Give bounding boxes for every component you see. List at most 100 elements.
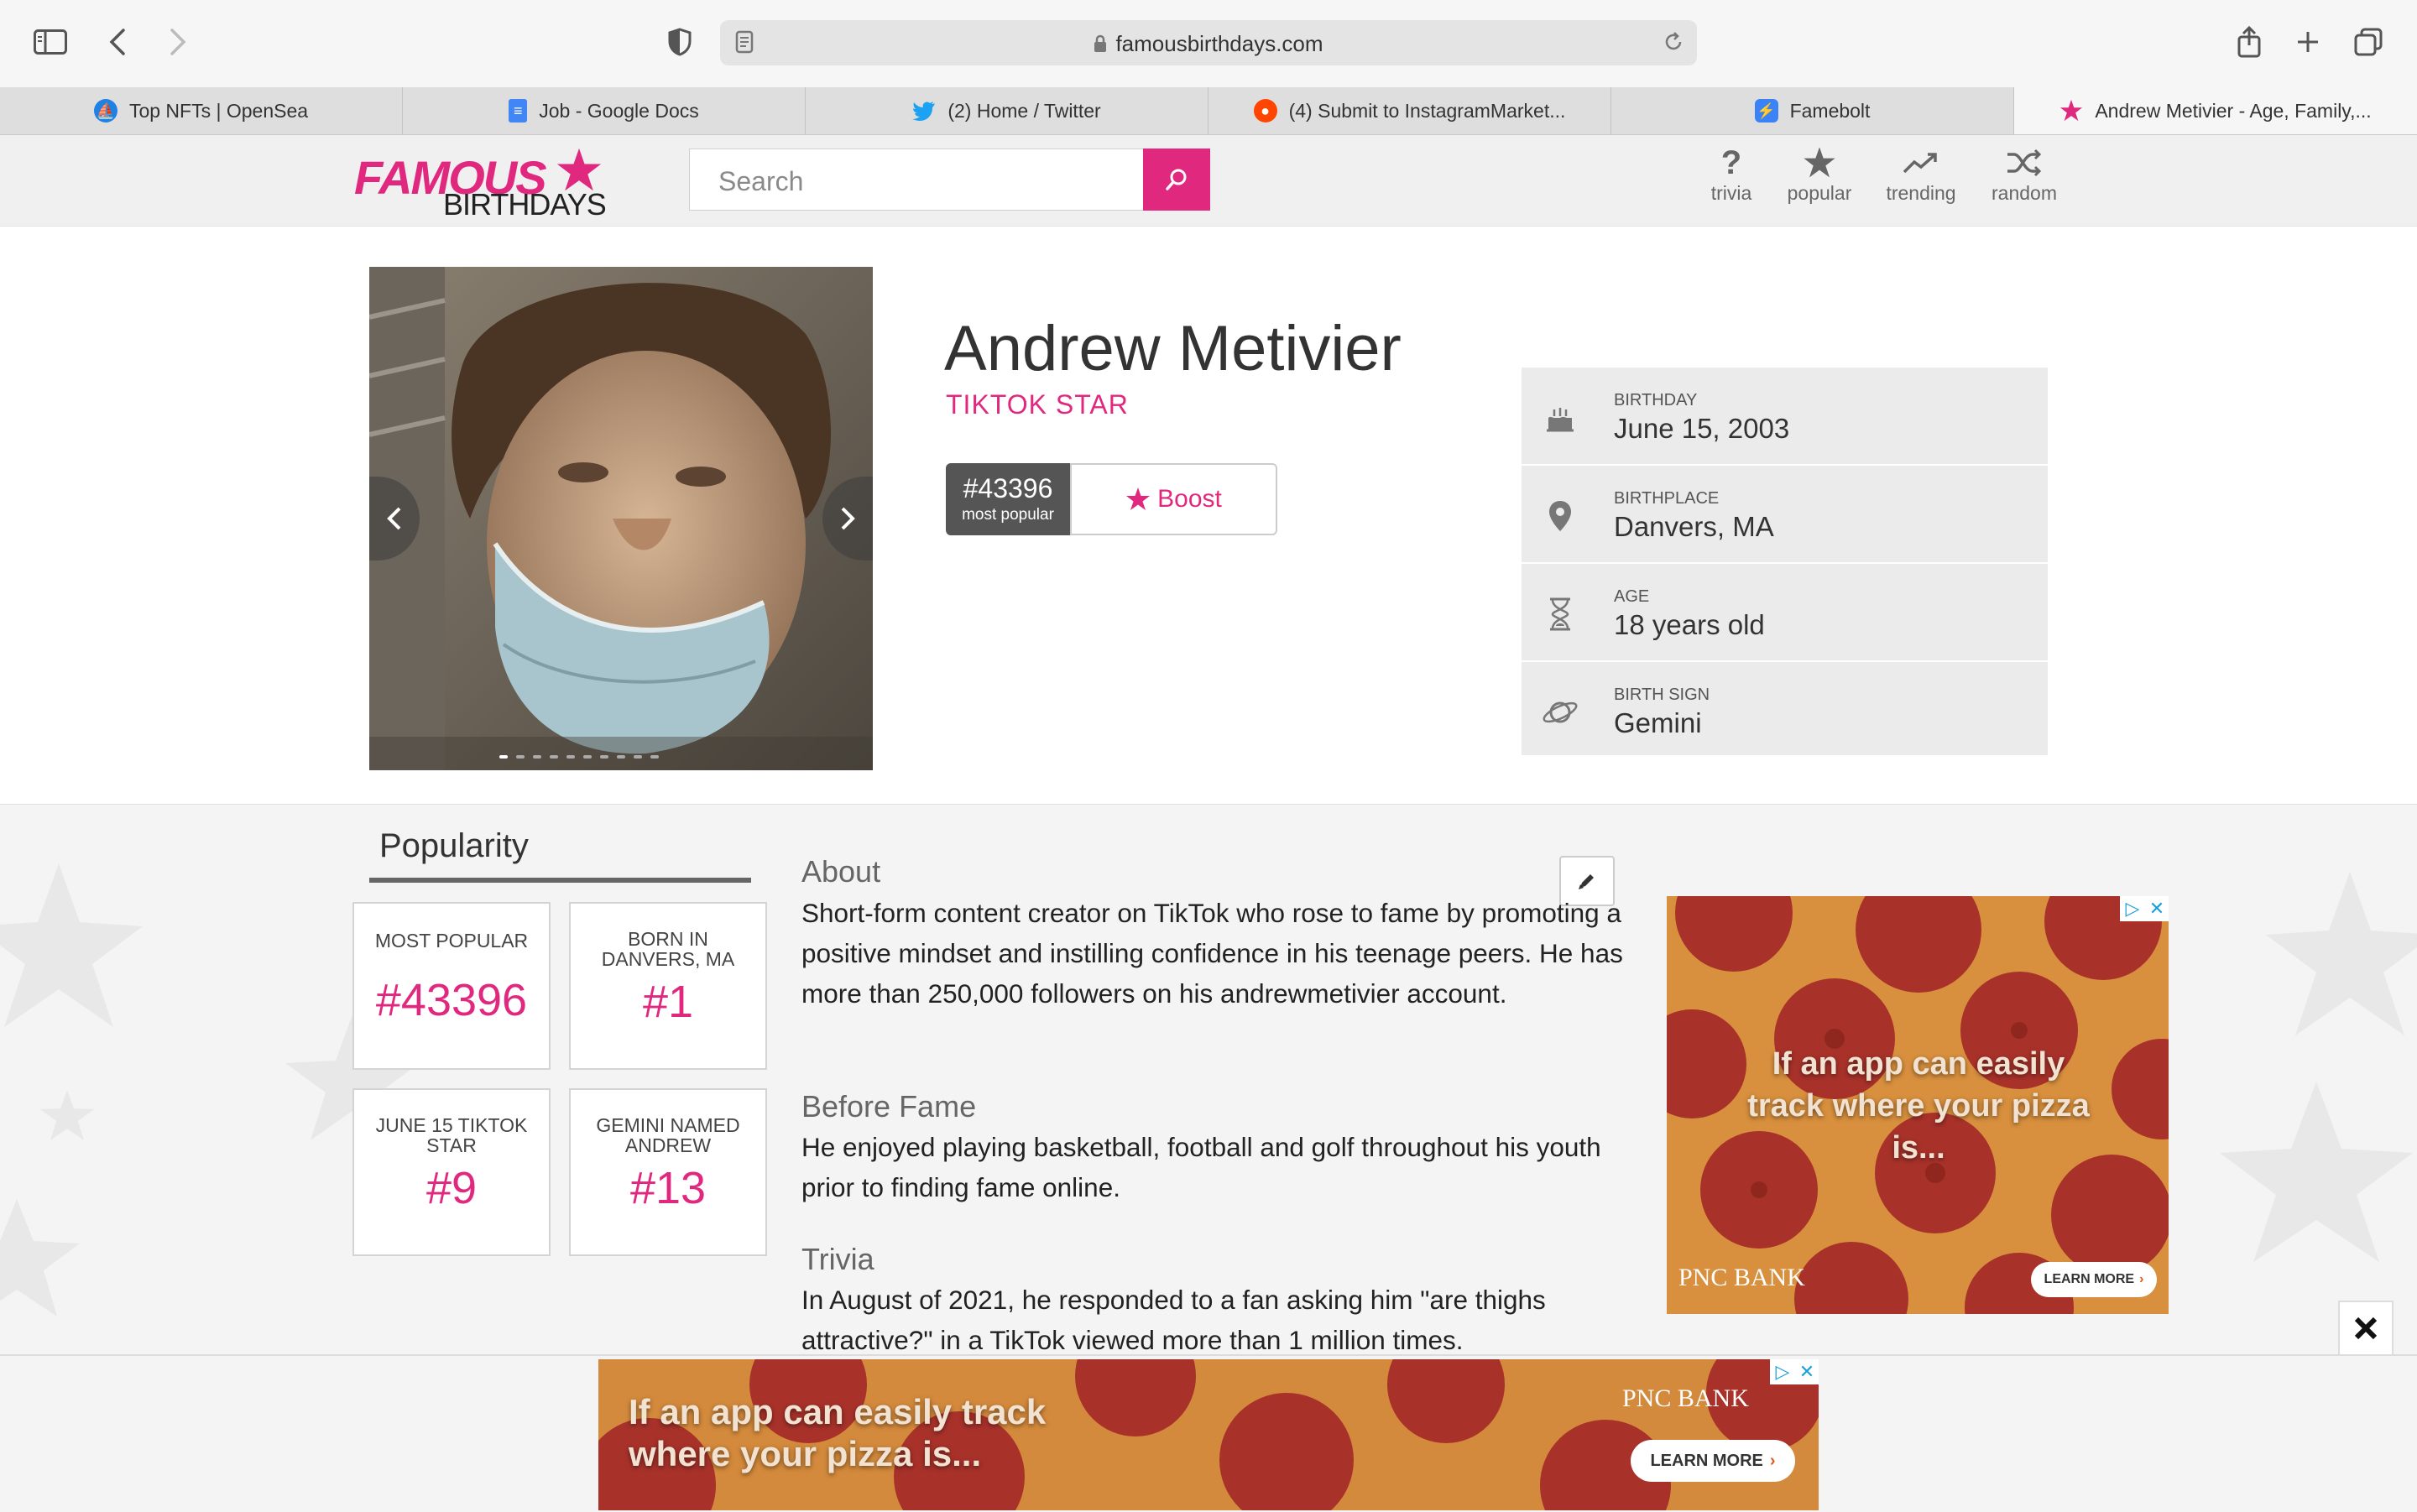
tab-opensea[interactable]: ⛵ Top NFTs | OpenSea [0, 87, 403, 134]
search-icon [1166, 169, 1187, 190]
location-pin-icon [1538, 494, 1582, 538]
chevron-right-icon [841, 507, 855, 530]
close-icon [2354, 1316, 2378, 1340]
profile-photo[interactable] [369, 267, 873, 770]
close-ad-button[interactable] [2338, 1301, 2394, 1356]
search-button[interactable] [1143, 149, 1210, 211]
tab-label: Top NFTs | OpenSea [128, 99, 309, 122]
opensea-icon: ⛵ [93, 99, 117, 123]
boost-button[interactable]: Boost [1070, 463, 1277, 535]
search-input[interactable]: Search [689, 149, 1146, 211]
trivia-heading: Trivia [801, 1242, 874, 1276]
tab-label: (2) Home / Twitter [947, 99, 1101, 122]
tab-famous-birthdays[interactable]: Andrew Metivier - Age, Family,... [2014, 87, 2417, 134]
chevron-left-icon [387, 507, 401, 530]
person-occupation[interactable]: TIKTOK STAR [946, 389, 1129, 420]
rank-badge: #43396 most popular [946, 463, 1070, 535]
side-advertisement[interactable]: ▷ ✕ If an app can easily track where you… [1667, 896, 2169, 1314]
birthplace-label: BIRTHPLACE [1614, 489, 1720, 508]
browser-toolbar: famousbirthdays.com [0, 0, 2417, 88]
reload-icon[interactable] [1662, 30, 1685, 58]
adchoices-icon[interactable]: ▷ [2120, 896, 2145, 921]
bottom-ad-headline: If an app can easily track where your pi… [629, 1392, 1047, 1473]
privacy-shield-icon[interactable] [661, 23, 698, 60]
bottom-advertisement[interactable]: ▷ ✕ If an app can easily track where you… [598, 1359, 1819, 1510]
adchoices-icon[interactable]: ▷ [1770, 1359, 1795, 1384]
popularity-title: Popularity [379, 827, 529, 864]
boost-label: Boost [1157, 485, 1222, 513]
site-header: FAMOUS BIRTHDAYS Search ? trivia popular… [0, 135, 2417, 227]
card-title: JUNE 15 TIKTOK STAR [375, 1114, 528, 1156]
birthplace-row[interactable]: BIRTHPLACE Danvers, MA [1522, 466, 2048, 564]
birthplace-value: Danvers, MA [1614, 511, 1774, 542]
popularity-card-born-in[interactable]: BORN IN DANVERS, MA #1 [569, 902, 767, 1070]
rank-number: #43396 [963, 473, 1053, 503]
side-ad-brand: PNC BANK [1678, 1264, 1805, 1291]
birthday-label: BIRTHDAY [1614, 391, 1698, 409]
side-ad-learn-more-button[interactable]: LEARN MORE › [2031, 1262, 2157, 1297]
popularity-card-most-popular[interactable]: MOST POPULAR #43396 [352, 902, 551, 1070]
planet-icon [1538, 691, 1582, 734]
nav-popular[interactable]: popular [1773, 143, 1866, 205]
address-bar[interactable]: famousbirthdays.com [720, 20, 1697, 65]
age-value: 18 years old [1614, 609, 1765, 640]
tab-famebolt[interactable]: ⚡ Famebolt [1611, 87, 2014, 134]
before-fame-text: He enjoyed playing basketball, football … [801, 1132, 1601, 1202]
card-value: #13 [629, 1163, 707, 1213]
tab-label: Andrew Metivier - Age, Family,... [2095, 99, 2372, 122]
info-panel: BIRTHDAY June 15, 2003 BIRTHPLACE Danver… [1522, 368, 2048, 755]
birth-sign-row[interactable]: BIRTH SIGN Gemini [1522, 662, 2048, 759]
age-label: AGE [1614, 587, 1650, 606]
new-tab-icon[interactable] [2289, 23, 2326, 60]
tab-twitter[interactable]: (2) Home / Twitter [806, 87, 1208, 134]
star-icon [1773, 143, 1866, 182]
shuffle-icon [1978, 143, 2070, 182]
age-row: AGE 18 years old [1522, 564, 2048, 662]
bottom-ad-learn-more-button[interactable]: LEARN MORE › [1631, 1440, 1795, 1482]
tab-label: (4) Submit to InstagramMarket... [1288, 99, 1566, 122]
tab-overview-icon[interactable] [2350, 23, 2387, 60]
birth-sign-label: BIRTH SIGN [1614, 686, 1710, 704]
sidebar-toggle-icon[interactable] [32, 23, 69, 60]
ad-close-icon[interactable]: ✕ [2145, 896, 2169, 921]
card-title: BORN IN DANVERS, MA [601, 928, 735, 970]
tab-label: Job - Google Docs [539, 99, 699, 122]
twitter-icon [912, 99, 936, 123]
card-title: MOST POPULAR [374, 930, 529, 952]
nav-random[interactable]: random [1978, 143, 2070, 205]
logo-star-icon [556, 148, 602, 191]
cta-label: LEARN MORE [2044, 1272, 2135, 1286]
about-heading: About [801, 854, 881, 889]
nav-label: random [1992, 182, 2057, 204]
nav-trivia[interactable]: ? trivia [1685, 143, 1778, 205]
forward-icon[interactable] [159, 23, 196, 60]
tab-strip: ⛵ Top NFTs | OpenSea ≡ Job - Google Docs… [0, 87, 2417, 135]
star-icon [1126, 487, 1151, 510]
nav-trending[interactable]: trending [1875, 143, 1967, 205]
person-name: Andrew Metivier [944, 313, 1402, 384]
famous-birthdays-logo[interactable]: FAMOUS BIRTHDAYS [354, 148, 607, 222]
popularity-card-sign-name[interactable]: GEMINI NAMED ANDREW #13 [569, 1088, 767, 1256]
back-icon[interactable] [99, 23, 136, 60]
about-text: Short-form content creator on TikTok who… [801, 898, 1623, 1009]
tab-label: Famebolt [1789, 99, 1871, 122]
birthday-row[interactable]: BIRTHDAY June 15, 2003 [1522, 368, 2048, 466]
famebolt-icon: ⚡ [1754, 99, 1778, 123]
pencil-icon [1579, 874, 1594, 889]
photo-pagination[interactable] [499, 755, 659, 759]
tab-reddit[interactable]: ● (4) Submit to InstagramMarket... [1208, 87, 1611, 134]
cta-label: LEARN MORE [1650, 1451, 1763, 1470]
share-icon[interactable] [2231, 23, 2268, 60]
birth-sign-value: Gemini [1614, 707, 1702, 738]
tab-google-docs[interactable]: ≡ Job - Google Docs [403, 87, 806, 134]
rank-caption: most popular [962, 506, 1054, 524]
hourglass-icon [1538, 592, 1582, 636]
side-ad-headline: If an app can easily track where your pi… [1747, 1046, 2090, 1165]
chevron-right-icon: › [2139, 1272, 2144, 1286]
famous-birthdays-star-icon [2059, 99, 2083, 123]
google-docs-icon: ≡ [509, 99, 528, 123]
card-value: #9 [425, 1163, 478, 1213]
reddit-icon: ● [1253, 99, 1277, 123]
popularity-card-birthday-occupation[interactable]: JUNE 15 TIKTOK STAR #9 [352, 1088, 551, 1256]
ad-close-icon[interactable]: ✕ [1795, 1359, 1819, 1384]
